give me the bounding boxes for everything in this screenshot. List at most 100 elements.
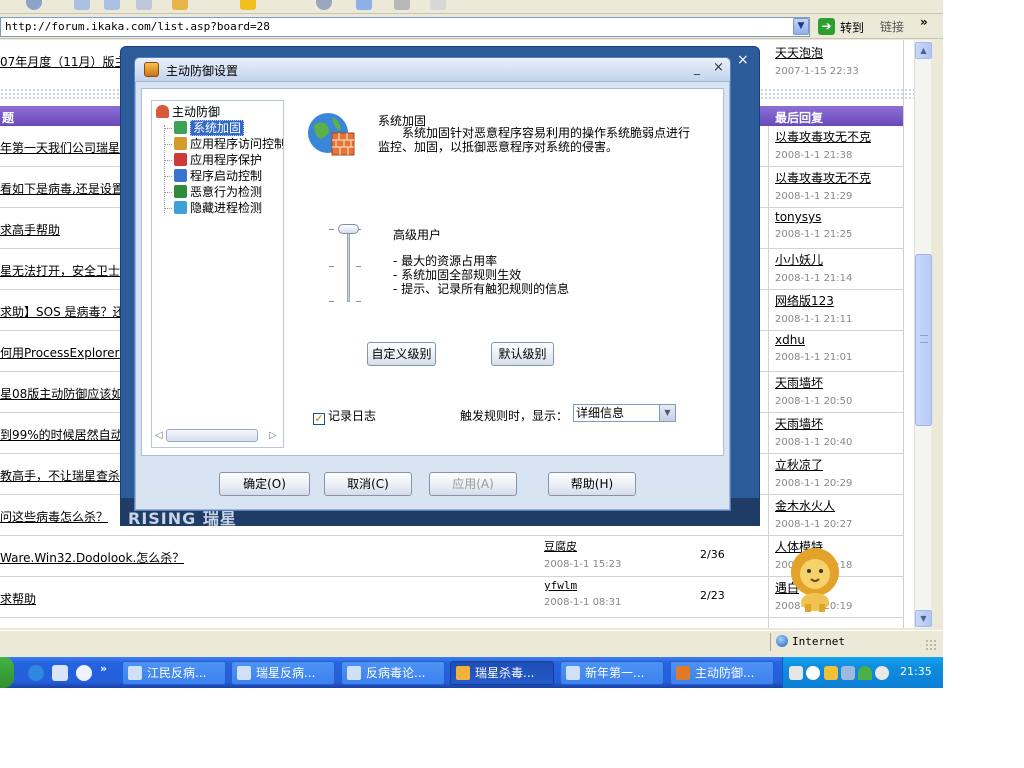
level-feature: - 提示、记录所有触犯规则的信息 — [393, 282, 570, 296]
reply-user[interactable]: 立秋凉了 — [775, 456, 852, 473]
cancel-button[interactable]: 取消(C) — [324, 472, 412, 496]
author-name[interactable]: yfwlm — [544, 579, 621, 592]
print-icon[interactable] — [394, 0, 410, 10]
tree-item[interactable]: 程序启动控制 — [174, 169, 262, 184]
favorites-star-icon[interactable] — [240, 0, 256, 10]
reply-user[interactable]: tonysys — [775, 210, 852, 224]
topic-title[interactable]: 何用ProcessExplorer1 — [0, 344, 126, 361]
back-icon[interactable] — [26, 0, 42, 10]
topic-title[interactable]: 求帮助 — [0, 590, 36, 607]
tree-item[interactable]: 恶意行为检测 — [174, 185, 262, 200]
topic-title[interactable]: 求助】SOS 是病毒？还 — [0, 303, 125, 320]
checkbox-icon[interactable]: ✓ — [313, 413, 325, 425]
tree-item[interactable]: 应用程序访问控制 — [174, 137, 283, 152]
antivirus-icon[interactable] — [824, 666, 838, 680]
topic-title[interactable]: 星无法打开，安全卫士 — [0, 262, 120, 279]
taskbar-button[interactable]: 瑞星反病... — [231, 661, 335, 685]
topic-title[interactable]: 看如下是病毒,还是设置 — [0, 180, 124, 197]
reply-user[interactable]: 小小妖儿 — [775, 251, 852, 268]
slider-track[interactable] — [347, 228, 350, 302]
umbrella-icon[interactable] — [858, 666, 872, 680]
apply-button[interactable]: 应用(A) — [429, 472, 517, 496]
default-level-button[interactable]: 默认级别 — [491, 342, 554, 366]
reply-user[interactable]: 天雨墙坏 — [775, 374, 852, 391]
display-select[interactable]: 详细信息 ▼ — [573, 404, 676, 422]
tree-item-label: 隐藏进程检测 — [190, 201, 263, 215]
network-icon[interactable] — [841, 666, 855, 680]
topic-title[interactable]: 求高手帮助 — [0, 221, 60, 238]
tree-root[interactable]: 主动防御 — [156, 105, 220, 120]
edit-page-icon[interactable] — [430, 0, 446, 10]
security-level-slider[interactable] — [328, 224, 368, 304]
volume-icon[interactable] — [875, 666, 889, 680]
tree-item[interactable]: 应用程序保护 — [174, 153, 262, 168]
log-checkbox[interactable]: ✓ 记录日志 — [313, 407, 376, 425]
start-button[interactable] — [0, 657, 14, 688]
tree-item-icon — [174, 169, 187, 182]
scroll-left-icon[interactable]: ◁ — [155, 430, 163, 441]
mail-icon[interactable] — [356, 0, 372, 10]
topic-title[interactable]: 问这些病毒怎么杀？ — [0, 508, 108, 525]
lion-mascot-icon[interactable] — [786, 546, 844, 612]
reply-user[interactable]: 以毒攻毒攻无不克 — [775, 169, 871, 186]
topic-title[interactable]: 教高手，不让瑞星查杀 — [0, 467, 120, 484]
taskbar-button[interactable]: 江民反病... — [122, 661, 226, 685]
topic-title[interactable]: 年第一天我们公司瑞星 — [0, 139, 120, 156]
media-icon[interactable] — [52, 665, 68, 681]
tree-scrollbar[interactable]: ◁ ▷ — [155, 428, 281, 443]
taskbar-button[interactable]: 新年第一... — [560, 661, 664, 685]
quicklaunch-more-icon[interactable]: » — [100, 662, 107, 675]
close-icon[interactable]: × — [713, 60, 724, 75]
taskbar-button[interactable]: 主动防御... — [670, 661, 774, 685]
close-icon[interactable]: × — [737, 52, 749, 68]
resize-grip[interactable] — [925, 639, 937, 651]
links-chevron-icon[interactable]: » — [920, 15, 928, 29]
address-input[interactable]: http://forum.ikaka.com/list.asp?board=28 — [0, 17, 810, 37]
go-button[interactable]: ➔ 转到 — [815, 17, 870, 37]
slider-thumb[interactable] — [338, 224, 359, 234]
reply-time: 2008-1-1 21:29 — [775, 191, 853, 202]
reply-user[interactable]: 以毒攻毒攻无不克 — [775, 128, 871, 145]
chevron-down-icon[interactable]: ▼ — [659, 405, 675, 421]
links-label[interactable]: 链接 — [880, 18, 904, 35]
keyboard-icon[interactable] — [789, 666, 803, 680]
tree-item-label: 系统加固 — [190, 120, 245, 136]
taskbar-button[interactable]: 反病毒论... — [341, 661, 445, 685]
defense-tree: 主动防御 系统加固 应用程序访问控制 应用程序保护 程序启动控制 恶意行为检测 隐藏进程检… — [151, 100, 284, 448]
scroll-right-icon[interactable]: ▷ — [269, 430, 277, 441]
dialog-titlebar[interactable]: 主动防御设置 _ × — [135, 58, 730, 82]
page-scrollbar[interactable]: ▲ ▼ — [914, 40, 932, 628]
minimize-icon[interactable]: _ — [694, 61, 700, 75]
column-divider — [768, 126, 769, 628]
topic-title[interactable]: 星08版主动防御应该如 — [0, 385, 123, 402]
chevron-left-icon[interactable] — [806, 666, 820, 680]
chevron-down-icon[interactable]: ▼ — [793, 18, 809, 35]
author-name[interactable]: 豆腐皮 — [544, 538, 621, 554]
reply-user[interactable]: xdhu — [775, 333, 852, 347]
tools-icon[interactable] — [172, 0, 188, 10]
messenger-icon[interactable] — [76, 665, 92, 681]
help-button[interactable]: 帮助(H) — [548, 472, 636, 496]
scroll-up-icon[interactable]: ▲ — [915, 42, 932, 59]
reply-user[interactable]: 网络版123 — [775, 292, 852, 309]
topic-title[interactable]: Ware.Win32.Dodolook.怎么杀？ — [0, 549, 184, 566]
scroll-thumb[interactable] — [166, 429, 258, 442]
topic-title[interactable]: 到99%的时候居然自动关 — [0, 426, 126, 443]
tree-item[interactable]: 隐藏进程检测 — [174, 201, 262, 216]
reply-user[interactable]: 金木水火人 — [775, 497, 852, 514]
tree-item[interactable]: 系统加固 — [174, 120, 245, 136]
ie-icon[interactable] — [28, 665, 44, 681]
taskbar-button[interactable]: 瑞星杀毒... — [450, 661, 554, 685]
history-icon[interactable] — [136, 0, 152, 10]
scroll-thumb[interactable] — [915, 254, 932, 426]
ok-button[interactable]: 确定(O) — [219, 472, 310, 496]
edit-icon[interactable] — [104, 0, 120, 10]
clock[interactable]: 21:35 — [900, 665, 932, 678]
reply-user[interactable]: 天天泡泡 — [775, 44, 859, 61]
scroll-down-icon[interactable]: ▼ — [915, 610, 932, 627]
page-icon[interactable] — [74, 0, 90, 10]
pinned-topic-title[interactable]: 07年月度（11月）版主 — [0, 53, 127, 70]
reply-user[interactable]: 天雨墙坏 — [775, 415, 852, 432]
refresh-icon[interactable] — [316, 0, 332, 10]
custom-level-button[interactable]: 自定义级别 — [367, 342, 436, 366]
